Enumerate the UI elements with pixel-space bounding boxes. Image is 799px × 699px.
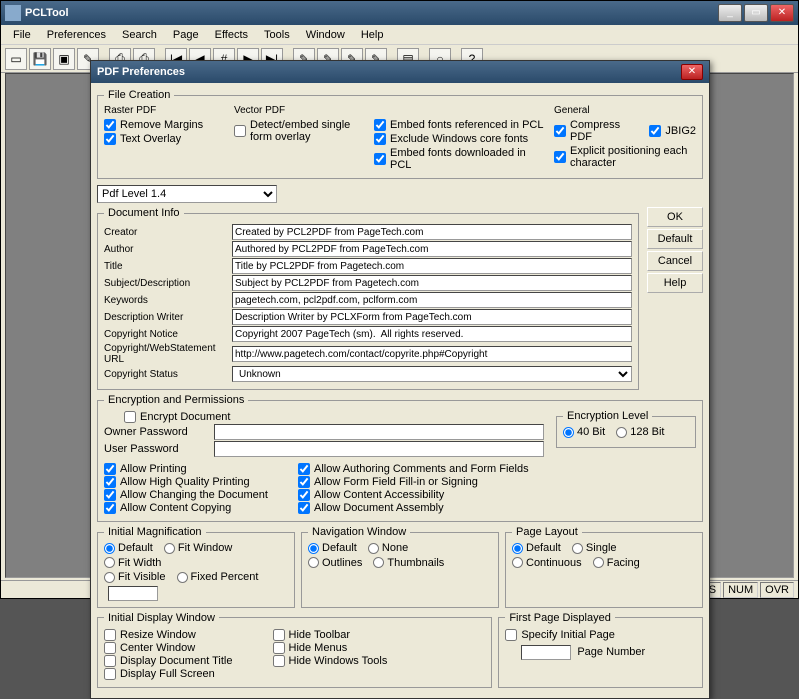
menu-page[interactable]: Page [165, 27, 207, 43]
magnification-group: Initial Magnification Default Fit Window… [97, 526, 295, 608]
layout-continuous-radio[interactable] [512, 557, 523, 568]
mag-fit-visible-radio[interactable] [104, 572, 115, 583]
dialog-titlebar: PDF Preferences ✕ [91, 61, 709, 83]
document-info-legend: Document Info [104, 207, 184, 219]
status-num: NUM [723, 582, 758, 598]
file-creation-group: File Creation Raster PDF Remove Margins … [97, 89, 703, 179]
center-window-checkbox[interactable] [104, 642, 116, 654]
encrypt-doc-checkbox[interactable] [124, 411, 136, 423]
user-password-input[interactable] [214, 441, 544, 457]
menubar: File Preferences Search Page Effects Too… [1, 25, 798, 45]
encryption-legend: Encryption and Permissions [104, 394, 248, 406]
fixed-percent-input[interactable] [108, 586, 158, 601]
text-overlay-checkbox[interactable] [104, 133, 116, 145]
file-creation-legend: File Creation [104, 89, 174, 101]
minimize-button[interactable]: _ [718, 4, 742, 22]
document-info-group: Document Info Creator Author Title Subje… [97, 207, 639, 390]
resize-window-checkbox[interactable] [104, 629, 116, 641]
display-title-checkbox[interactable] [104, 655, 116, 667]
menu-tools[interactable]: Tools [256, 27, 298, 43]
copyright-notice-input[interactable] [232, 326, 632, 342]
display-window-group: Initial Display Window Resize Window Cen… [97, 612, 492, 688]
mag-fit-width-radio[interactable] [104, 557, 115, 568]
tb-window-icon[interactable]: ▣ [53, 48, 75, 70]
author-input[interactable] [232, 241, 632, 257]
allow-printing-checkbox[interactable] [104, 463, 116, 475]
remove-margins-checkbox[interactable] [104, 119, 116, 131]
cancel-button[interactable]: Cancel [647, 251, 703, 271]
menu-search[interactable]: Search [114, 27, 165, 43]
nav-none-radio[interactable] [368, 543, 379, 554]
mag-fixed-percent-radio[interactable] [177, 572, 188, 583]
embed-dl-checkbox[interactable] [374, 153, 386, 165]
pdf-level-select[interactable]: Pdf Level 1.4 [97, 185, 277, 203]
layout-single-radio[interactable] [572, 543, 583, 554]
specify-page-checkbox[interactable] [505, 629, 517, 641]
hide-toolbar-checkbox[interactable] [273, 629, 285, 641]
encryption-group: Encryption and Permissions Encrypt Docum… [97, 394, 703, 522]
owner-password-input[interactable] [214, 424, 544, 440]
nav-thumbnails-radio[interactable] [373, 557, 384, 568]
app-icon [5, 5, 21, 21]
jbig2-checkbox[interactable] [649, 125, 661, 137]
allow-authoring-checkbox[interactable] [298, 463, 310, 475]
full-screen-checkbox[interactable] [104, 668, 116, 680]
dialog-title: PDF Preferences [97, 66, 681, 78]
nav-default-radio[interactable] [308, 543, 319, 554]
mag-fit-window-radio[interactable] [164, 543, 175, 554]
app-title: PCLTool [25, 7, 718, 19]
vector-pdf-heading: Vector PDF [234, 105, 364, 116]
first-page-group: First Page Displayed Specify Initial Pag… [498, 612, 703, 688]
allow-fill-checkbox[interactable] [298, 476, 310, 488]
layout-default-radio[interactable] [512, 543, 523, 554]
desc-writer-input[interactable] [232, 309, 632, 325]
help-button[interactable]: Help [647, 273, 703, 293]
page-layout-group: Page Layout Default Single Continuous Fa… [505, 526, 703, 608]
tb-save-icon[interactable]: 💾 [29, 48, 51, 70]
allow-accessibility-checkbox[interactable] [298, 489, 310, 501]
dialog-close-button[interactable]: ✕ [681, 64, 703, 80]
status-ovr: OVR [760, 582, 794, 598]
title-input[interactable] [232, 258, 632, 274]
menu-effects[interactable]: Effects [207, 27, 256, 43]
menu-help[interactable]: Help [353, 27, 392, 43]
layout-facing-radio[interactable] [593, 557, 604, 568]
menu-preferences[interactable]: Preferences [39, 27, 114, 43]
general-heading: General [554, 105, 696, 116]
subject-input[interactable] [232, 275, 632, 291]
enc-128bit-radio[interactable] [616, 427, 627, 438]
main-titlebar: PCLTool _ ▭ ✕ [1, 1, 798, 25]
exclude-core-checkbox[interactable] [374, 133, 386, 145]
detect-embed-checkbox[interactable] [234, 125, 246, 137]
keywords-input[interactable] [232, 292, 632, 308]
hide-menus-checkbox[interactable] [273, 642, 285, 654]
default-button[interactable]: Default [647, 229, 703, 249]
allow-assembly-checkbox[interactable] [298, 502, 310, 514]
explicit-pos-checkbox[interactable] [554, 151, 566, 163]
navigation-group: Navigation Window Default None Outlines … [301, 526, 499, 608]
maximize-button[interactable]: ▭ [744, 4, 768, 22]
allow-copy-checkbox[interactable] [104, 502, 116, 514]
ok-button[interactable]: OK [647, 207, 703, 227]
menu-window[interactable]: Window [298, 27, 353, 43]
creator-input[interactable] [232, 224, 632, 240]
hide-tools-checkbox[interactable] [273, 655, 285, 667]
close-button[interactable]: ✕ [770, 4, 794, 22]
raster-pdf-heading: Raster PDF [104, 105, 224, 116]
tb-open-icon[interactable]: ▭ [5, 48, 27, 70]
nav-outlines-radio[interactable] [308, 557, 319, 568]
encryption-level-group: Encryption Level 40 Bit 128 Bit [556, 410, 696, 448]
copyright-status-select[interactable]: Unknown [232, 366, 632, 382]
pdf-preferences-dialog: PDF Preferences ✕ File Creation Raster P… [90, 60, 710, 699]
menu-file[interactable]: File [5, 27, 39, 43]
allow-hq-printing-checkbox[interactable] [104, 476, 116, 488]
allow-change-checkbox[interactable] [104, 489, 116, 501]
compress-pdf-checkbox[interactable] [554, 125, 566, 137]
copyright-url-input[interactable] [232, 346, 632, 362]
page-number-input[interactable] [521, 645, 571, 660]
enc-40bit-radio[interactable] [563, 427, 574, 438]
embed-ref-checkbox[interactable] [374, 119, 386, 131]
mag-default-radio[interactable] [104, 543, 115, 554]
